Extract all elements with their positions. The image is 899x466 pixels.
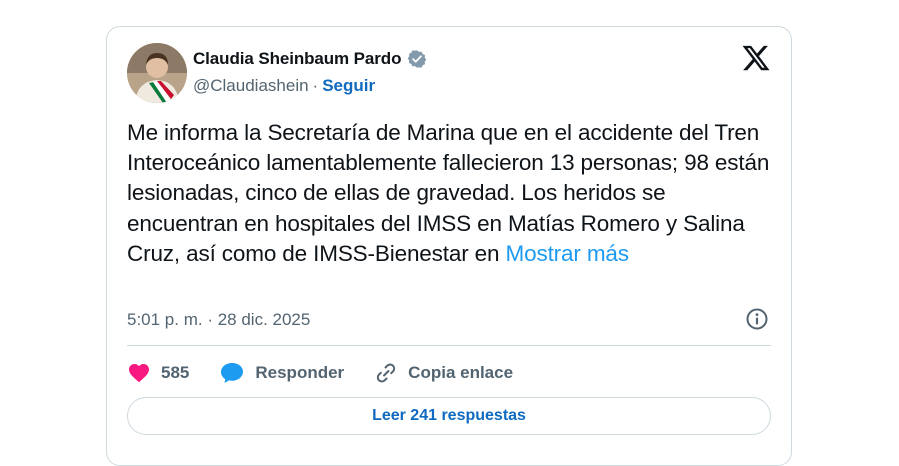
divider (127, 345, 771, 346)
x-logo-icon[interactable] (741, 43, 771, 73)
avatar[interactable] (127, 43, 187, 103)
tweet-card: Claudia Sheinbaum Pardo @Claudiashein · … (106, 26, 792, 466)
copy-link-button[interactable]: Copia enlace (374, 361, 513, 385)
reply-button[interactable]: Responder (219, 361, 344, 385)
author-name[interactable]: Claudia Sheinbaum Pardo (193, 49, 401, 69)
separator-dot: · (312, 76, 319, 95)
verified-badge-icon (407, 49, 427, 69)
author-handle-row: @Claudiashein · Seguir (193, 76, 375, 96)
tweet-body: Me informa la Secretaría de Marina que e… (127, 118, 777, 269)
tweet-timestamp[interactable]: 5:01 p. m. · 28 dic. 2025 (127, 310, 310, 330)
copy-link-label: Copia enlace (408, 363, 514, 382)
info-icon[interactable] (745, 307, 769, 331)
link-icon (377, 363, 396, 383)
like-button[interactable]: 585 (127, 361, 189, 385)
heart-icon (129, 364, 149, 383)
author-name-row: Claudia Sheinbaum Pardo (193, 49, 427, 69)
follow-button[interactable]: Seguir (322, 76, 375, 96)
show-more-link[interactable]: Mostrar más (506, 241, 630, 266)
like-count: 585 (161, 363, 190, 382)
action-bar: 585 Responder Copia enlace (127, 358, 543, 388)
author-handle[interactable]: @Claudiashein (193, 76, 309, 96)
reply-bubble-icon (221, 363, 244, 383)
tweet-text: Me informa la Secretaría de Marina que e… (127, 120, 770, 266)
reply-label: Responder (255, 363, 345, 382)
avatar-image (127, 43, 187, 103)
read-replies-button[interactable]: Leer 241 respuestas (127, 397, 771, 435)
